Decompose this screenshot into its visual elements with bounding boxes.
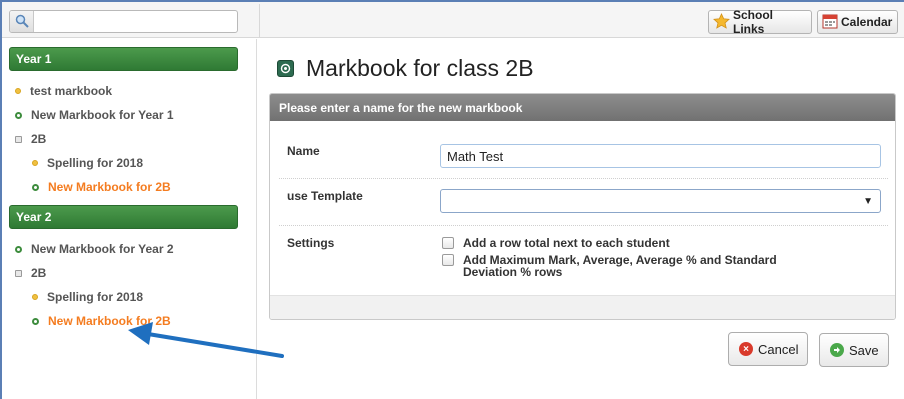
sidebar-group-year2[interactable]: Year 2 (9, 205, 238, 229)
save-label: Save (849, 342, 879, 358)
new-markbook-panel: Please enter a name for the new markbook… (269, 93, 896, 320)
option-max-mark: Add Maximum Mark, Average, Average % and… (442, 254, 777, 278)
option-max-mark-line2: Deviation % rows (463, 265, 563, 279)
bullet-icon (32, 294, 38, 300)
sidebar-item-new-markbook-2b[interactable]: New Markbook for 2B (32, 180, 171, 194)
sidebar-item-new-markbook-2b[interactable]: New Markbook for 2B (32, 314, 171, 328)
bullet-icon (32, 160, 38, 166)
search-box[interactable] (9, 10, 238, 33)
cancel-label: Cancel (758, 341, 799, 357)
name-label: Name (287, 144, 320, 158)
calendar-button[interactable]: Calendar (817, 10, 898, 34)
template-label: use Template (287, 189, 363, 203)
page-title: Markbook for class 2B (277, 55, 534, 82)
markbook-icon (277, 60, 294, 77)
search-input[interactable] (36, 12, 234, 31)
max-mark-checkbox[interactable] (442, 254, 454, 266)
group-header-label: Year 1 (16, 52, 52, 66)
sidebar-item-label: Spelling for 2018 (47, 156, 144, 170)
folder-bullet-icon (15, 269, 22, 277)
sidebar-item-new-markbook-year2[interactable]: New Markbook for Year 2 (15, 242, 174, 256)
bullet-icon (15, 111, 22, 119)
row-total-checkbox[interactable] (442, 237, 454, 249)
cancel-button[interactable]: × Cancel (728, 332, 808, 366)
search-icon[interactable] (10, 11, 34, 32)
school-links-button[interactable]: School Links (708, 8, 812, 36)
row-divider (279, 225, 888, 226)
sidebar-item-label: 2B (31, 132, 47, 146)
panel-footer (270, 295, 895, 319)
save-button[interactable]: Save (819, 333, 889, 367)
name-field[interactable] (440, 144, 881, 168)
sidebar-item-new-markbook-year1[interactable]: New Markbook for Year 1 (15, 108, 174, 122)
sidebar-item-label: New Markbook for Year 2 (31, 242, 174, 256)
sidebar-item-label: test markbook (30, 84, 113, 98)
sidebar-item-label: New Markbook for Year 1 (31, 108, 174, 122)
sidebar-item-test-markbook[interactable]: test markbook (15, 84, 112, 98)
sidebar-item-label: New Markbook for 2B (48, 314, 171, 328)
sidebar-item-2b[interactable]: 2B (15, 266, 46, 280)
sidebar-item-spelling-2018[interactable]: Spelling for 2018 (32, 290, 143, 304)
folder-bullet-icon (15, 135, 22, 143)
page-title-text: Markbook for class 2B (306, 55, 534, 81)
bullet-icon (15, 88, 21, 94)
group-header-label: Year 2 (16, 210, 52, 224)
calendar-icon (822, 13, 838, 32)
sidebar: Year 1 test markbook New Markbook for Ye… (2, 39, 257, 399)
template-select[interactable]: ▼ (440, 189, 881, 213)
sidebar-item-2b[interactable]: 2B (15, 132, 46, 146)
sidebar-item-label: Spelling for 2018 (47, 290, 144, 304)
settings-label: Settings (287, 236, 335, 250)
panel-header: Please enter a name for the new markbook (270, 94, 895, 121)
star-icon (713, 12, 730, 32)
bullet-icon (15, 245, 22, 253)
row-divider (279, 178, 888, 179)
sidebar-item-label: 2B (31, 266, 47, 280)
bullet-icon (32, 317, 39, 325)
calendar-label: Calendar (841, 15, 893, 29)
save-check-icon (830, 343, 844, 357)
sidebar-item-spelling-2018[interactable]: Spelling for 2018 (32, 156, 143, 170)
toolbar-divider (259, 4, 260, 38)
cancel-x-icon: × (739, 342, 753, 356)
top-toolbar: School Links Calendar (2, 2, 904, 38)
sidebar-item-label: New Markbook for 2B (48, 180, 171, 194)
school-links-label: School Links (733, 8, 774, 36)
sidebar-group-year1[interactable]: Year 1 (9, 47, 238, 71)
dropdown-arrow-icon: ▼ (863, 196, 873, 207)
option-row-total: Add a row total next to each student (442, 237, 670, 249)
option-max-mark-label: Add Maximum Mark, Average, Average % and… (463, 254, 777, 278)
bullet-icon (32, 183, 39, 191)
option-row-total-label: Add a row total next to each student (463, 236, 670, 250)
